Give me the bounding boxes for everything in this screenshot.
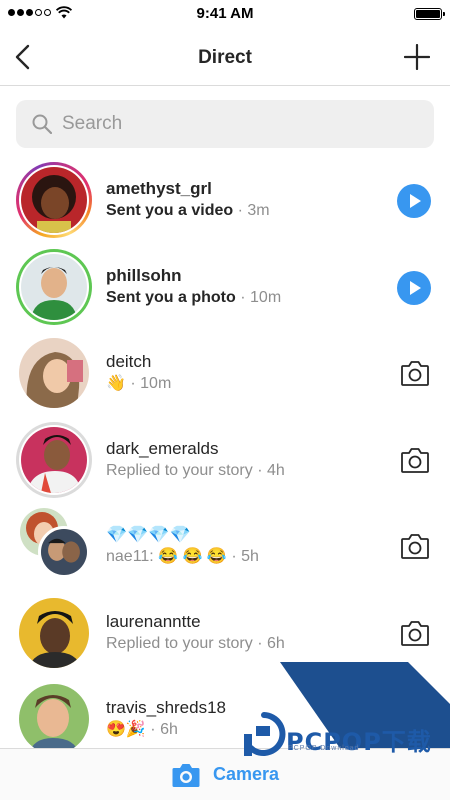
battery-icon — [414, 8, 445, 20]
profile-photo — [19, 684, 89, 754]
profile-photo — [21, 167, 87, 233]
conversation-preview: Replied to your story · 6h — [106, 634, 285, 652]
status-bar: 9:41 AM — [0, 0, 450, 28]
profile-photo — [38, 526, 90, 578]
conversation-row[interactable]: dark_emeralds Replied to your story · 4h — [0, 418, 450, 505]
camera-icon[interactable] — [400, 359, 430, 387]
search-bar[interactable] — [16, 100, 434, 148]
conversation-username: phillsohn — [106, 265, 182, 285]
conversation-row[interactable]: phillsohn Sent you a photo · 10m — [0, 245, 450, 332]
conversation-row[interactable]: amethyst_grl Sent you a video · 3m — [0, 158, 450, 245]
conversation-row[interactable]: 💎💎💎💎 nae11: 😂 😂 😂 · 5h — [0, 504, 450, 591]
avatar[interactable] — [16, 681, 92, 757]
conversation-preview: Sent you a video · 3m — [106, 202, 270, 219]
page-title: Direct — [198, 47, 252, 68]
camera-icon[interactable] — [400, 619, 430, 647]
group-avatar[interactable] — [16, 508, 92, 584]
conversation-username: 💎💎💎💎 — [106, 525, 191, 544]
camera-icon — [172, 763, 200, 787]
camera-label: Camera — [212, 764, 280, 784]
search-input[interactable] — [62, 113, 402, 135]
profile-photo — [21, 426, 87, 493]
watermark-subtitle: PCPOP Download — [288, 745, 360, 752]
avatar[interactable] — [16, 335, 92, 411]
status-time: 9:41 AM — [196, 5, 254, 22]
conversation-preview: 👋 · 10m — [106, 375, 172, 392]
conversation-preview: Sent you a photo · 10m — [106, 288, 282, 306]
plus-icon[interactable] — [404, 44, 430, 70]
conversation-username: deitch — [106, 352, 152, 371]
conversation-preview: Replied to your story · 4h — [106, 461, 285, 479]
conversation-username: dark_emeralds — [106, 438, 219, 458]
camera-icon[interactable] — [400, 532, 430, 560]
watermark-logo — [244, 712, 286, 756]
search-icon — [32, 114, 52, 134]
profile-photo — [19, 338, 89, 408]
camera-icon[interactable] — [400, 446, 430, 474]
avatar[interactable] — [16, 248, 92, 325]
conversation-username: amethyst_grl — [106, 179, 212, 198]
conversation-preview: nae11: 😂 😂 😂 · 5h — [106, 548, 259, 565]
play-icon[interactable] — [397, 184, 431, 218]
play-icon[interactable] — [397, 270, 431, 305]
avatar[interactable] — [16, 162, 92, 238]
avatar[interactable] — [16, 595, 92, 671]
conversation-row[interactable]: deitch 👋 · 10m — [0, 331, 450, 418]
top-navigation-bar: Direct — [0, 28, 450, 86]
avatar[interactable] — [16, 421, 92, 498]
conversation-username: laurenanntte — [106, 611, 201, 631]
profile-photo — [21, 253, 87, 320]
profile-photo — [19, 597, 89, 668]
